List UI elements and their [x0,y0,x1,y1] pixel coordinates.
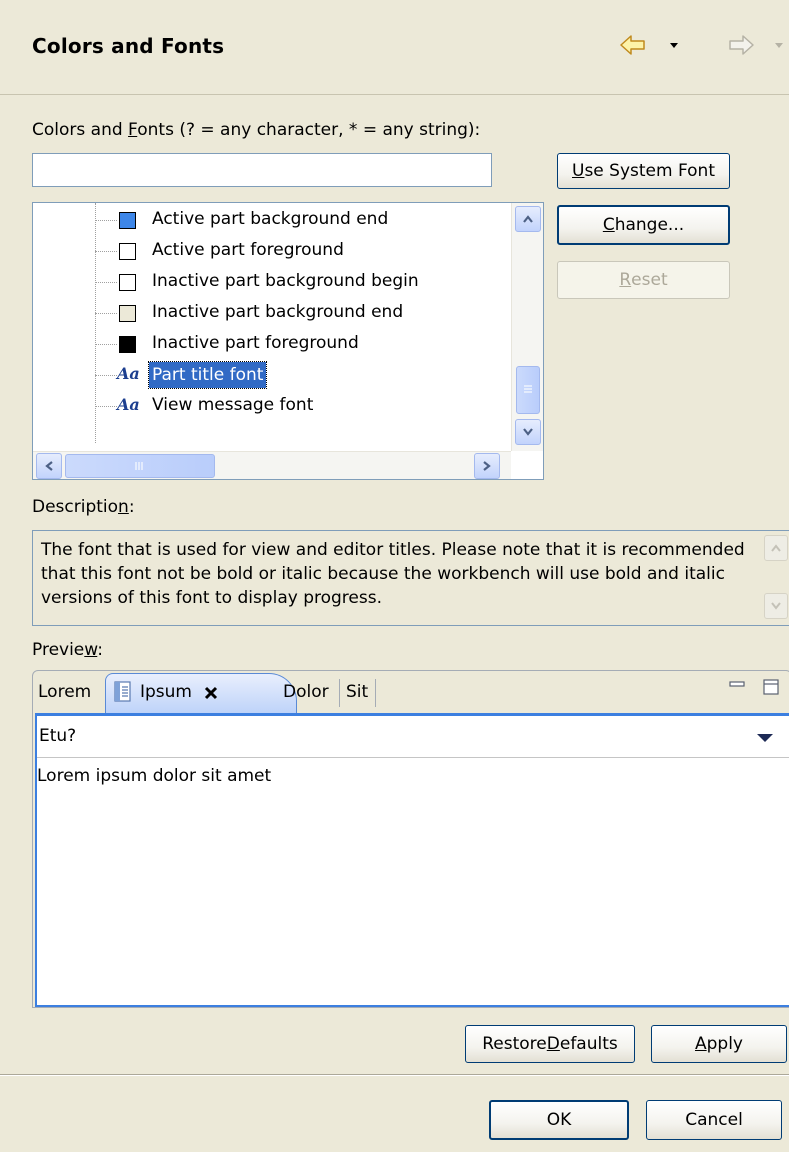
scroll-thumb[interactable] [65,454,215,478]
filter-label: Colors and Fonts (? = any character, * =… [32,120,481,140]
scroll-up-icon [764,535,788,561]
tab-separator [339,679,340,707]
tab-dolor[interactable]: Dolor [283,675,329,709]
font-icon: Aa [117,395,140,414]
cancel-button[interactable]: Cancel [646,1100,782,1140]
tree-horizontal-scrollbar[interactable] [33,451,511,479]
forward-arrow-icon [726,30,756,60]
restore-defaults-button[interactable]: Restore Defaults [465,1025,635,1063]
minimize-icon[interactable] [727,675,747,695]
view-toolbar: Etu? [37,716,789,758]
tab-ipsum-content[interactable]: Ipsum [113,675,218,709]
color-swatch-icon [119,305,136,322]
apply-button[interactable]: Apply [651,1025,787,1063]
back-arrow-icon[interactable] [618,30,648,60]
font-icon: Aa [117,364,140,383]
tab-separator [375,679,376,707]
description-scrollbar [761,531,789,625]
scroll-left-icon[interactable] [36,453,62,479]
preview-pane: Lorem Ipsum Dolor Sit Etu? Lorem ipsum d… [32,670,789,1008]
scroll-thumb[interactable] [516,366,540,414]
color-swatch-icon [119,336,136,353]
back-history-dropdown-icon[interactable] [667,37,681,51]
tree-item-active-part-foreground[interactable]: Active part foreground [33,236,513,267]
description-label: Description: [32,497,135,517]
page-title: Colors and Fonts [32,34,225,58]
scroll-right-icon[interactable] [474,453,500,479]
document-icon [113,681,133,703]
view-menu-icon[interactable] [755,730,775,744]
tree-item-active-part-background-end[interactable]: Active part background end [33,205,513,236]
tree-vertical-scrollbar[interactable] [511,203,543,451]
ok-button[interactable]: OK [489,1100,629,1140]
change-button[interactable]: Change... [557,205,730,245]
close-icon[interactable] [204,685,218,700]
description-box: The font that is used for view and edito… [32,530,789,626]
tab-sit[interactable]: Sit [346,675,368,709]
maximize-icon[interactable] [761,677,781,697]
color-swatch-icon [119,274,136,291]
tree-item-part-title-font[interactable]: Aa Part title font [33,360,513,391]
tree-item-inactive-part-background-end[interactable]: Inactive part background end [33,298,513,329]
color-swatch-icon [119,212,136,229]
page-header: Colors and Fonts [0,0,789,95]
color-swatch-icon [119,243,136,260]
filter-input[interactable] [32,153,492,187]
scroll-down-icon[interactable] [515,419,541,445]
scroll-down-icon [764,593,788,619]
tab-lorem[interactable]: Lorem [38,675,91,709]
toolbar-text: Etu? [39,726,77,746]
use-system-font-button[interactable]: Use System Font [557,153,730,189]
description-text: The font that is used for view and edito… [41,540,745,608]
tree-item-inactive-part-foreground[interactable]: Inactive part foreground [33,329,513,360]
scroll-up-icon[interactable] [515,206,541,232]
preview-content-area[interactable]: Etu? Lorem ipsum dolor sit amet [35,713,789,1007]
colors-fonts-tree[interactable]: Active part background end Active part f… [32,202,544,480]
preview-body-text: Lorem ipsum dolor sit amet [37,766,272,786]
tree-item-view-message-font[interactable]: Aa View message font [33,391,513,422]
reset-button: Reset [557,261,730,299]
forward-history-dropdown-icon [772,37,786,51]
preview-label: Preview: [32,640,103,660]
tree-item-inactive-part-background-begin[interactable]: Inactive part background begin [33,267,513,298]
dialog-separator [0,1074,789,1076]
